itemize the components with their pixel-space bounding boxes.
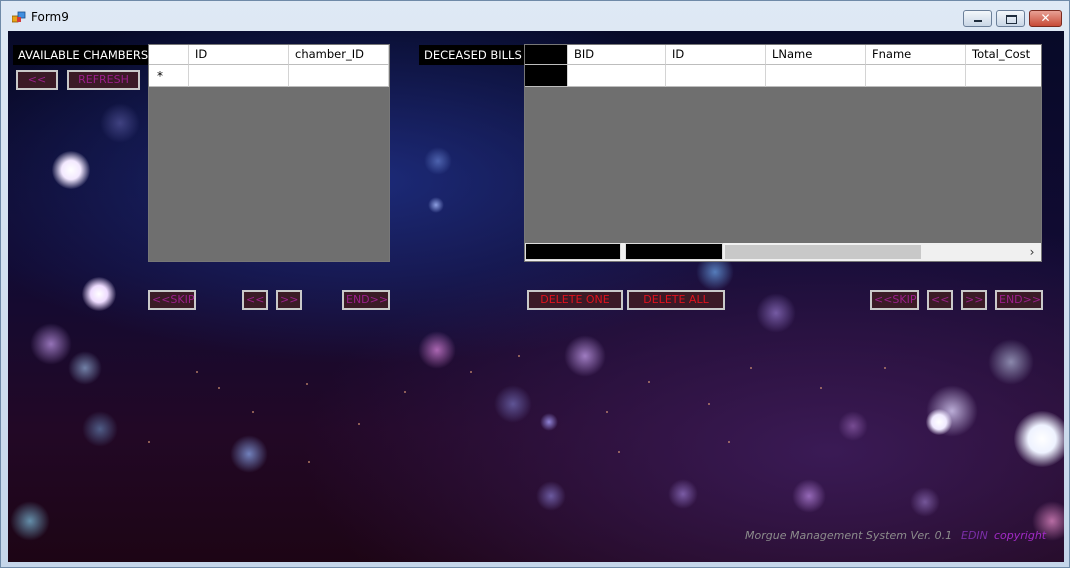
close-icon: ✕ xyxy=(1040,11,1051,25)
bokeh-light xyxy=(536,481,566,511)
grid-header-corner xyxy=(149,45,189,65)
bokeh-light xyxy=(30,323,72,365)
bokeh-particle xyxy=(404,391,406,393)
bokeh-particle xyxy=(648,381,650,383)
bokeh-light xyxy=(82,277,116,311)
bills-grid[interactable]: BID ID LName Fname Total_Cost › xyxy=(524,44,1042,262)
back-button[interactable]: << xyxy=(16,70,58,90)
bokeh-light xyxy=(100,103,140,143)
scroll-right-icon[interactable]: › xyxy=(1025,243,1039,261)
new-row-cell-lname[interactable] xyxy=(766,65,866,87)
horizontal-scrollbar[interactable]: › xyxy=(525,243,1041,261)
bokeh-particle xyxy=(618,451,620,453)
delete-all-button[interactable]: DELETE ALL xyxy=(627,290,725,310)
bokeh-light xyxy=(792,479,826,513)
delete-one-button[interactable]: DELETE ONE xyxy=(527,290,623,310)
copyright-label: copyright xyxy=(994,529,1047,542)
bokeh-particle xyxy=(470,371,472,373)
grid-header-corner xyxy=(525,45,568,65)
bokeh-particle xyxy=(358,423,360,425)
chambers-next-button[interactable]: >> xyxy=(276,290,302,310)
new-row-cell-total-cost[interactable] xyxy=(966,65,1041,87)
bokeh-particle xyxy=(728,441,730,443)
close-button[interactable]: ✕ xyxy=(1029,10,1062,27)
title-bar[interactable]: Form9 ✕ xyxy=(1,1,1069,31)
bokeh-particle xyxy=(218,387,220,389)
minimize-icon xyxy=(974,20,982,22)
column-header-chamber-id[interactable]: chamber_ID xyxy=(289,45,389,65)
app-window: Form9 ✕ AVAILABLE CHAMBERS << REFRESH ID… xyxy=(0,0,1070,568)
bills-skip-back-button[interactable]: <<SKIP xyxy=(870,290,919,310)
bokeh-light xyxy=(10,501,50,541)
new-row-cell-bid[interactable] xyxy=(568,65,666,87)
bokeh-light xyxy=(756,293,796,333)
bokeh-light xyxy=(910,487,940,517)
new-row-header[interactable]: * xyxy=(149,65,189,87)
available-chambers-label: AVAILABLE CHAMBERS xyxy=(13,45,154,65)
column-header-id[interactable]: ID xyxy=(666,45,766,65)
bills-prev-button[interactable]: << xyxy=(927,290,953,310)
bokeh-particle xyxy=(884,367,886,369)
bokeh-light xyxy=(494,385,532,423)
bokeh-light xyxy=(230,435,268,473)
bokeh-particle xyxy=(518,355,520,357)
bokeh-light xyxy=(564,335,606,377)
maximize-button[interactable] xyxy=(996,10,1025,27)
new-row-cell-fname[interactable] xyxy=(866,65,966,87)
minimize-button[interactable] xyxy=(963,10,992,27)
bills-next-button[interactable]: >> xyxy=(961,290,987,310)
column-header-bid[interactable]: BID xyxy=(568,45,666,65)
bokeh-light xyxy=(82,411,118,447)
chambers-prev-button[interactable]: << xyxy=(242,290,268,310)
bokeh-particle xyxy=(820,387,822,389)
bokeh-light xyxy=(926,409,952,435)
maximize-icon xyxy=(1006,15,1017,24)
bokeh-particle xyxy=(196,371,198,373)
bokeh-light xyxy=(68,351,102,385)
bokeh-light xyxy=(668,479,698,509)
column-header-fname[interactable]: Fname xyxy=(866,45,966,65)
new-row-cell-id[interactable] xyxy=(189,65,289,87)
bokeh-light xyxy=(838,411,868,441)
bokeh-particle xyxy=(252,411,254,413)
bills-end-button[interactable]: END>> xyxy=(995,290,1043,310)
bokeh-light xyxy=(1014,411,1064,467)
bokeh-particle xyxy=(306,383,308,385)
scrollbar-segment xyxy=(625,243,723,260)
app-icon xyxy=(12,11,26,23)
new-row-cell-chamber-id[interactable] xyxy=(289,65,389,87)
bokeh-light xyxy=(418,331,456,369)
bokeh-light xyxy=(424,147,452,175)
bokeh-particle xyxy=(606,411,608,413)
bokeh-particle xyxy=(308,461,310,463)
column-header-total-cost[interactable]: Total_Cost xyxy=(966,45,1041,65)
bokeh-light xyxy=(428,197,444,213)
system-version-label: Morgue Management System Ver. 0.1 xyxy=(745,529,953,542)
deceased-bills-label: DECEASED BILLS xyxy=(419,45,527,65)
new-row-cell-id[interactable] xyxy=(666,65,766,87)
author-label: EDIN xyxy=(961,529,988,542)
column-header-lname[interactable]: LName xyxy=(766,45,866,65)
scrollbar-segment xyxy=(525,243,621,260)
refresh-button[interactable]: REFRESH xyxy=(67,70,140,90)
new-row-marker: * xyxy=(157,69,163,83)
bokeh-particle xyxy=(750,367,752,369)
chambers-skip-back-button[interactable]: <<SKIP xyxy=(148,290,196,310)
chambers-grid[interactable]: ID chamber_ID * xyxy=(148,44,390,262)
bokeh-particle xyxy=(708,403,710,405)
bokeh-light xyxy=(988,339,1034,385)
bokeh-light xyxy=(52,151,90,189)
scrollbar-thumb[interactable] xyxy=(725,245,921,259)
bokeh-particle xyxy=(148,441,150,443)
chambers-end-button[interactable]: END>> xyxy=(342,290,390,310)
new-row-header[interactable] xyxy=(525,65,568,87)
column-header-id[interactable]: ID xyxy=(189,45,289,65)
window-title: Form9 xyxy=(31,10,69,24)
form-client-area: AVAILABLE CHAMBERS << REFRESH ID chamber… xyxy=(8,31,1064,562)
bokeh-light xyxy=(540,413,558,431)
